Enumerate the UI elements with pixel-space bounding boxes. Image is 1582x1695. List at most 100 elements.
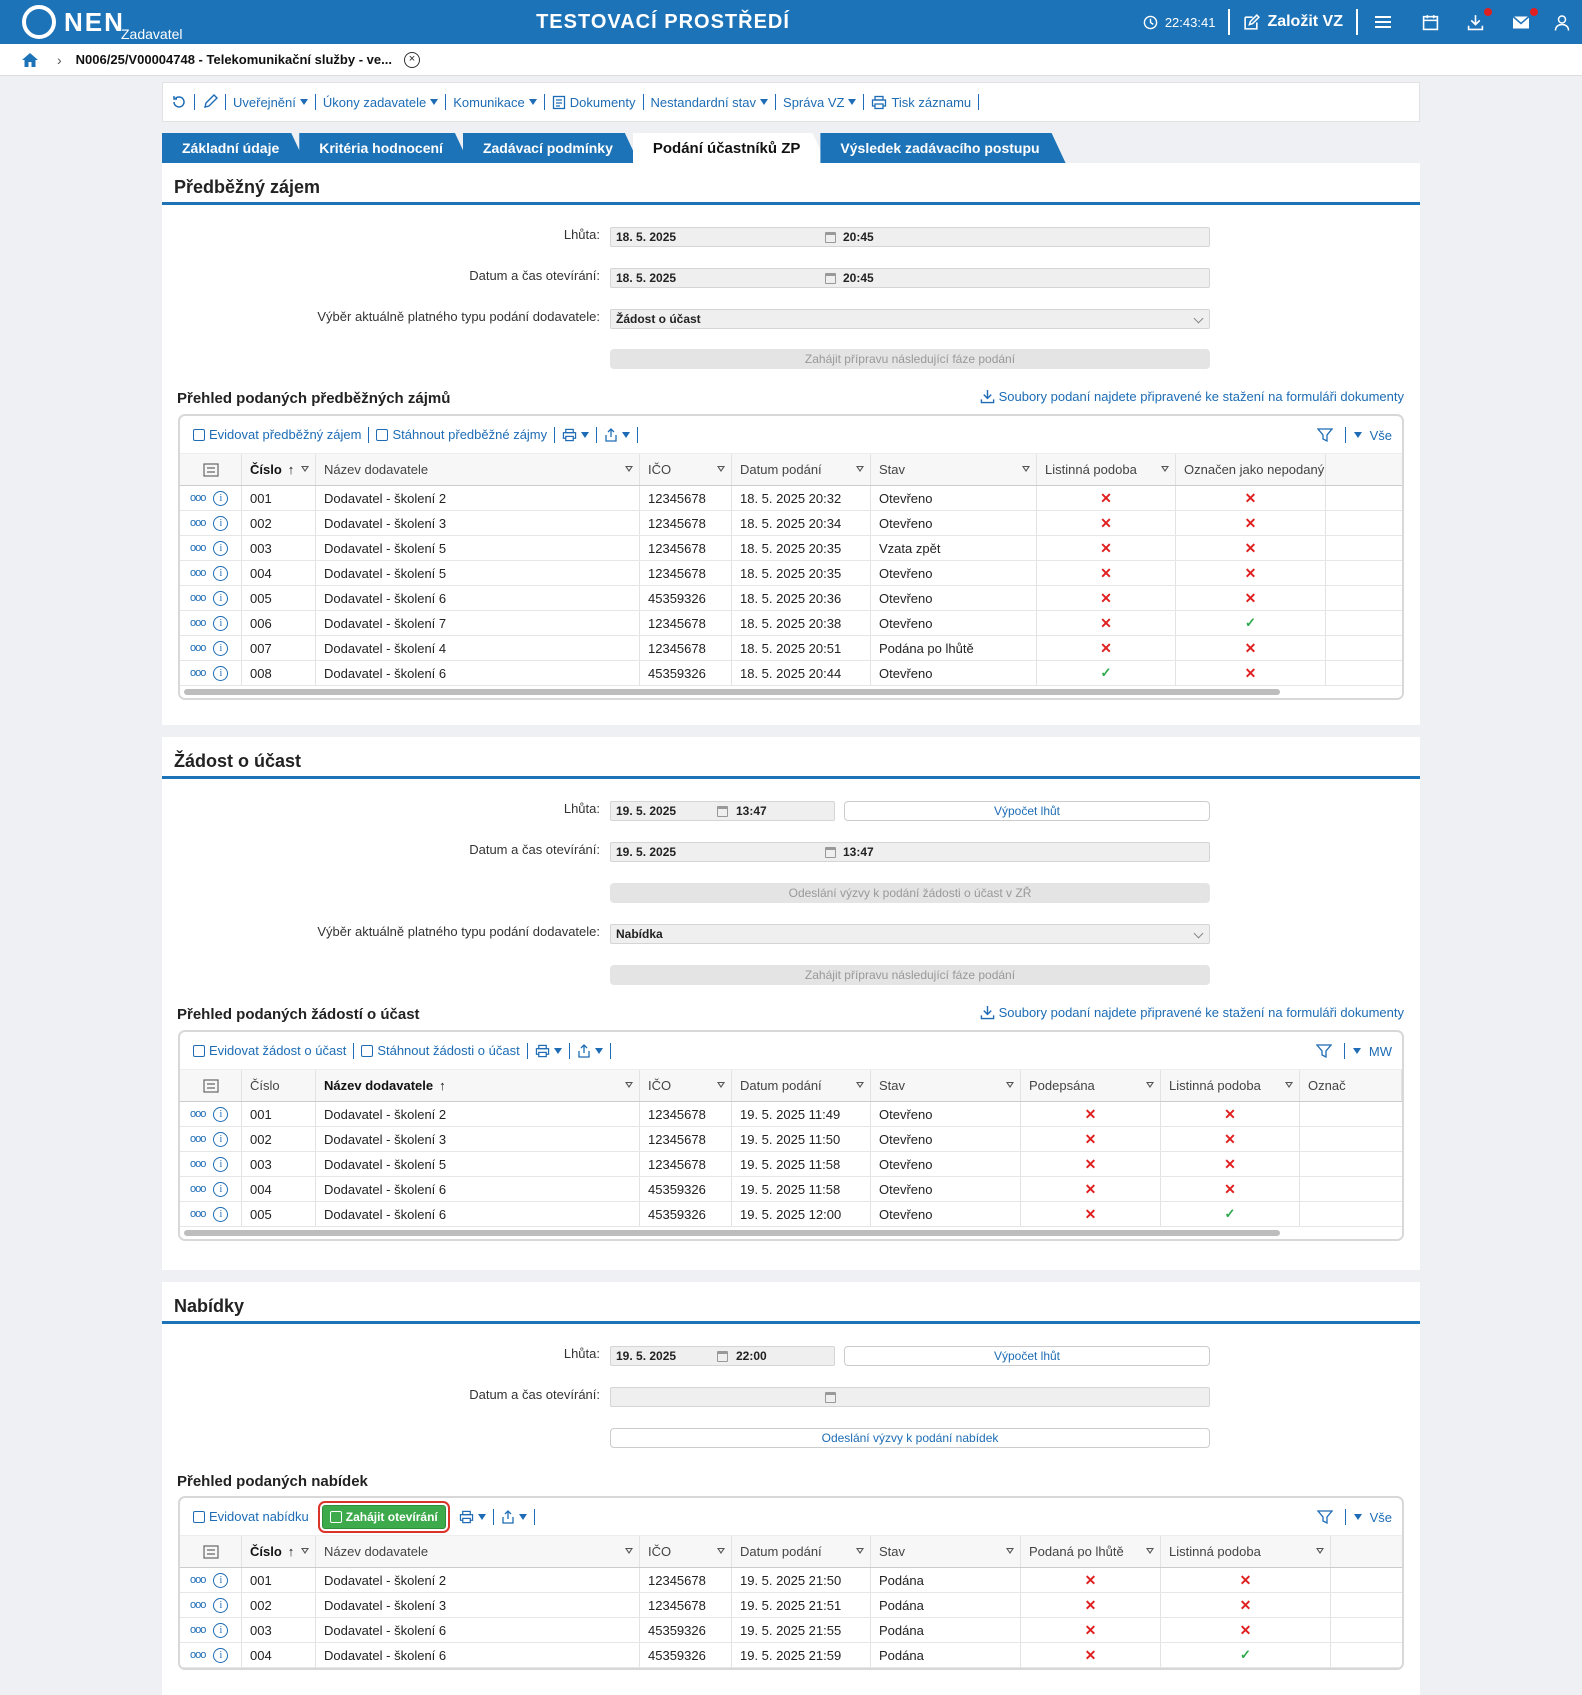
- menu-uverejneni[interactable]: Uveřejnění: [226, 94, 316, 110]
- menu-tisk-zaznamu[interactable]: Tisk záznamu: [864, 94, 980, 110]
- col-cislo[interactable]: Číslo ↑: [242, 1536, 316, 1567]
- view-select[interactable]: Vše: [1370, 1510, 1392, 1525]
- col-stav[interactable]: Stav: [871, 454, 1037, 485]
- stahnout-predbezne-zajmy-button[interactable]: Stáhnout předběžné zájmy: [369, 426, 556, 443]
- col-podana-po-lhute[interactable]: Podaná po lhůtě: [1021, 1536, 1161, 1567]
- tab-zakladni-udaje[interactable]: Základní údaje: [162, 133, 305, 163]
- col-oznacen[interactable]: Označ: [1300, 1070, 1402, 1101]
- col-cislo[interactable]: Číslo ↑: [242, 454, 316, 485]
- tab-podani-ucastniku[interactable]: Podání účastníků ZP: [633, 133, 827, 163]
- more-actions-icon[interactable]: ooo: [190, 1574, 206, 1586]
- next-phase-button[interactable]: Zahájit přípravu následující fáze podání: [610, 965, 1210, 985]
- info-icon[interactable]: i: [213, 1131, 229, 1147]
- col-datum-podani[interactable]: Datum podání: [732, 454, 871, 485]
- tab-zadavaci-podminky[interactable]: Zadávací podmínky: [463, 133, 639, 163]
- create-tender-button[interactable]: Založit VZ: [1230, 0, 1356, 44]
- info-icon[interactable]: i: [213, 1206, 229, 1222]
- table-row[interactable]: ooo i 005 Dodavatel - školení 6 45359326 18. …: [180, 586, 1402, 611]
- col-listinna-podoba[interactable]: Listinná podoba: [1161, 1536, 1331, 1567]
- export-menu[interactable]: [570, 1042, 611, 1059]
- info-icon[interactable]: i: [213, 565, 229, 581]
- menu-dokumenty[interactable]: Dokumenty: [545, 94, 644, 110]
- filter-icon[interactable]: [1315, 1043, 1332, 1059]
- home-icon[interactable]: [21, 52, 39, 68]
- vypocet-lhut-button[interactable]: Výpočet lhůt: [844, 1346, 1210, 1366]
- mail-icon[interactable]: [1498, 0, 1544, 44]
- info-icon[interactable]: i: [213, 1156, 229, 1172]
- col-stav[interactable]: Stav: [871, 1070, 1021, 1101]
- lhuta-field[interactable]: 19. 5. 2025 22:00: [610, 1346, 835, 1366]
- info-icon[interactable]: i: [213, 1106, 229, 1122]
- col-datum-podani[interactable]: Datum podání: [732, 1070, 871, 1101]
- more-actions-icon[interactable]: ooo: [190, 642, 206, 654]
- tab-kriteria-hodnoceni[interactable]: Kritéria hodnocení: [299, 133, 469, 163]
- info-icon[interactable]: i: [213, 1181, 229, 1197]
- user-icon[interactable]: [1544, 0, 1582, 44]
- more-actions-icon[interactable]: ooo: [190, 617, 206, 629]
- submission-type-select[interactable]: Žádost o účast: [610, 309, 1210, 329]
- menu-komunikace[interactable]: Komunikace: [446, 94, 545, 110]
- table-row[interactable]: ooo i 002 Dodavatel - školení 3 12345678 19. …: [180, 1127, 1402, 1152]
- info-icon[interactable]: i: [213, 1572, 229, 1588]
- more-actions-icon[interactable]: ooo: [190, 492, 206, 504]
- table-row[interactable]: ooo i 001 Dodavatel - školení 2 12345678 18. …: [180, 486, 1402, 511]
- info-icon[interactable]: i: [213, 615, 229, 631]
- table-row[interactable]: ooo i 006 Dodavatel - školení 7 12345678 18. …: [180, 611, 1402, 636]
- info-icon[interactable]: i: [213, 515, 229, 531]
- print-menu[interactable]: [555, 426, 598, 443]
- refresh-icon[interactable]: [171, 94, 195, 110]
- more-actions-icon[interactable]: ooo: [190, 542, 206, 554]
- info-icon[interactable]: i: [213, 1622, 229, 1638]
- export-menu[interactable]: [597, 426, 639, 443]
- lhuta-field[interactable]: 19. 5. 2025 13:47: [610, 801, 835, 821]
- info-icon[interactable]: i: [213, 1647, 229, 1663]
- lhuta-field[interactable]: 18. 5. 2025 20:45: [610, 227, 1210, 247]
- more-actions-icon[interactable]: ooo: [190, 1624, 206, 1636]
- table-row[interactable]: ooo i 001 Dodavatel - školení 2 12345678 19. …: [180, 1102, 1402, 1127]
- table-row[interactable]: ooo i 004 Dodavatel - školení 5 12345678 18. …: [180, 561, 1402, 586]
- more-actions-icon[interactable]: ooo: [190, 1133, 206, 1145]
- col-nazev-dodavatele[interactable]: Název dodavatele ↑: [316, 1070, 640, 1101]
- more-actions-icon[interactable]: ooo: [190, 1208, 206, 1220]
- calendar-icon[interactable]: [825, 847, 836, 858]
- evidovat-zadost-button[interactable]: Evidovat žádost o účast: [186, 1042, 355, 1059]
- col-ico[interactable]: IČO: [640, 1070, 732, 1101]
- menu-ukony-zadavatele[interactable]: Úkony zadavatele: [316, 94, 447, 110]
- table-row[interactable]: ooo i 007 Dodavatel - školení 4 12345678 18. …: [180, 636, 1402, 661]
- col-cislo[interactable]: Číslo: [242, 1070, 316, 1101]
- download-files-link[interactable]: Soubory podaní najdete připravené ke sta…: [980, 389, 1404, 404]
- calendar-icon[interactable]: [825, 232, 836, 243]
- info-icon[interactable]: i: [213, 590, 229, 606]
- col-oznacen-jako-nepodany[interactable]: Označen jako nepodaný: [1176, 454, 1326, 485]
- open-datetime-field[interactable]: 18. 5. 2025 20:45: [610, 268, 1210, 288]
- horizontal-scrollbar[interactable]: [180, 686, 1402, 698]
- calendar-icon[interactable]: [717, 806, 728, 817]
- download-files-link[interactable]: Soubory podaní najdete připravené ke sta…: [980, 1005, 1404, 1020]
- col-listinna-podoba[interactable]: Listinná podoba: [1037, 454, 1176, 485]
- calendar-icon[interactable]: [1408, 0, 1453, 44]
- calendar-icon[interactable]: [717, 1351, 728, 1362]
- col-nazev-dodavatele[interactable]: Název dodavatele: [316, 454, 640, 485]
- info-icon[interactable]: i: [213, 490, 229, 506]
- col-stav[interactable]: Stav: [871, 1536, 1021, 1567]
- scrollbar-thumb[interactable]: [184, 689, 1280, 695]
- table-row[interactable]: ooo i 004 Dodavatel - školení 6 45359326 19. …: [180, 1177, 1402, 1202]
- col-listinna-podoba[interactable]: Listinná podoba: [1161, 1070, 1300, 1101]
- stahnout-zadosti-button[interactable]: Stáhnout žádosti o účast: [354, 1042, 528, 1059]
- breadcrumb-tender[interactable]: N006/25/V00004748 - Telekomunikační služ…: [76, 52, 392, 67]
- send-invitation-button[interactable]: Odeslání výzvy k podání žádosti o účast …: [610, 883, 1210, 903]
- scrollbar-thumb[interactable]: [184, 1230, 1280, 1236]
- evidovat-nabidku-button[interactable]: Evidovat nabídku: [186, 1509, 316, 1525]
- col-datum-podani[interactable]: Datum podání: [732, 1536, 871, 1567]
- print-menu[interactable]: [528, 1042, 570, 1059]
- evidovat-predbezny-zajem-button[interactable]: Evidovat předběžný zájem: [186, 426, 370, 443]
- more-actions-icon[interactable]: ooo: [190, 592, 206, 604]
- column-settings-icon[interactable]: [180, 454, 242, 485]
- more-actions-icon[interactable]: ooo: [190, 1183, 206, 1195]
- more-actions-icon[interactable]: ooo: [190, 567, 206, 579]
- tab-vysledek-zadavaciho-postupu[interactable]: Výsledek zadávacího postupu: [820, 133, 1065, 163]
- send-invitation-button[interactable]: Odeslání výzvy k podání nabídek: [610, 1428, 1210, 1448]
- menu-sprava-vz[interactable]: Správa VZ: [776, 94, 865, 110]
- view-select[interactable]: Vše: [1370, 428, 1392, 443]
- table-row[interactable]: ooo i 003 Dodavatel - školení 5 12345678 19. …: [180, 1152, 1402, 1177]
